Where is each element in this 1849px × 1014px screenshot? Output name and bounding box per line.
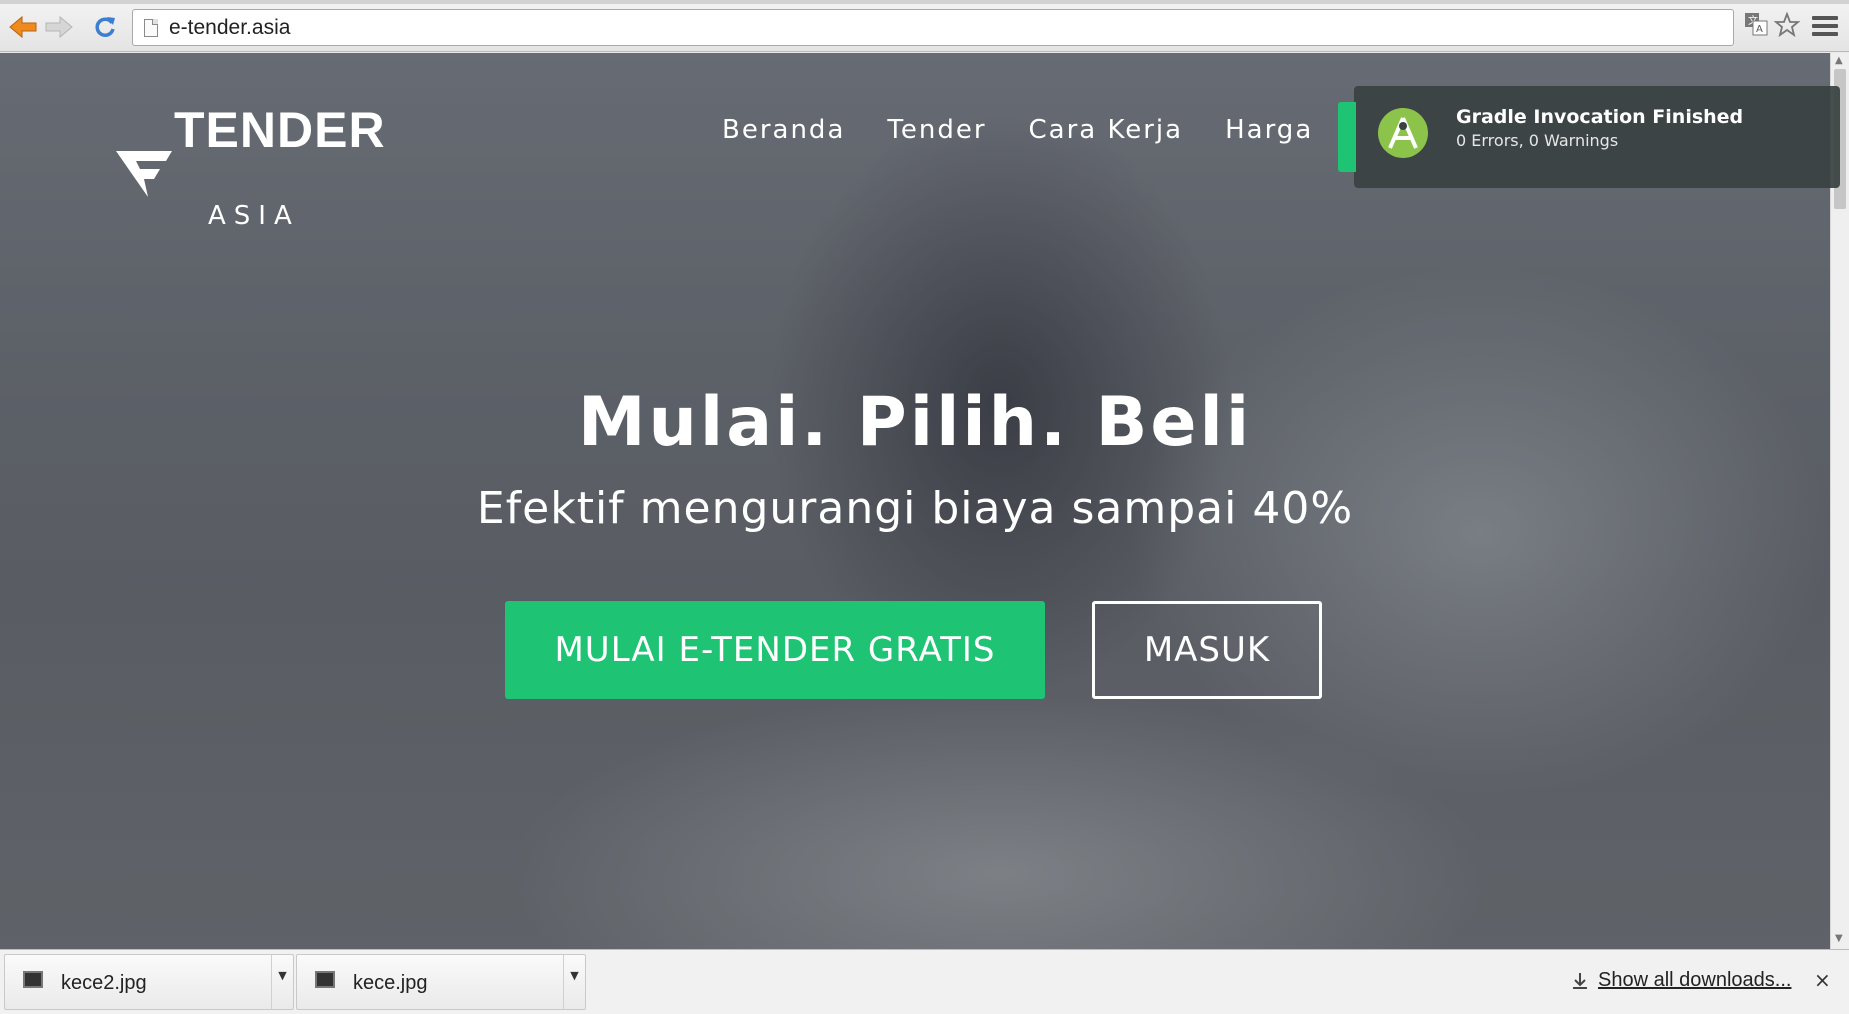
download-filename: kece2.jpg bbox=[61, 972, 147, 994]
reload-button[interactable] bbox=[90, 14, 120, 40]
download-arrow-icon bbox=[1573, 972, 1587, 989]
forward-button[interactable] bbox=[44, 14, 74, 40]
hero-title: Mulai. Pilih. Beli bbox=[577, 383, 1253, 462]
download-item[interactable]: kece2.jpg ▼ bbox=[4, 954, 294, 1010]
notification-accent-bar bbox=[1338, 102, 1356, 172]
show-all-downloads-link[interactable]: Show all downloads... bbox=[1570, 969, 1791, 992]
notification-title: Gradle Invocation Finished bbox=[1456, 106, 1744, 128]
scroll-down-icon[interactable]: ▼ bbox=[1835, 933, 1843, 944]
image-file-icon bbox=[23, 971, 43, 988]
svg-text:A: A bbox=[1756, 24, 1763, 35]
download-filename: kece.jpg bbox=[353, 972, 428, 994]
download-item[interactable]: kece.jpg ▼ bbox=[296, 954, 586, 1010]
android-studio-icon bbox=[1378, 108, 1428, 158]
close-icon[interactable]: × bbox=[1814, 968, 1831, 992]
gradle-notification[interactable]: Gradle Invocation Finished 0 Errors, 0 W… bbox=[1338, 86, 1840, 188]
nav-cara-kerja[interactable]: Cara Kerja bbox=[1029, 115, 1184, 145]
forward-arrow-icon bbox=[45, 15, 73, 39]
image-file-icon bbox=[315, 971, 335, 988]
logo-word: TENDER bbox=[174, 102, 386, 158]
logo-mark-icon bbox=[116, 151, 172, 197]
browser-toolbar: e-tender.asia 文A bbox=[0, 0, 1849, 52]
nav-beranda[interactable]: Beranda bbox=[722, 115, 845, 145]
back-button[interactable] bbox=[8, 14, 38, 40]
login-button[interactable]: MASUK bbox=[1092, 601, 1322, 699]
bookmark-star-icon[interactable] bbox=[1773, 11, 1801, 42]
start-tender-button[interactable]: MULAI E-TENDER GRATIS bbox=[505, 601, 1045, 699]
page-icon bbox=[144, 19, 158, 37]
address-bar[interactable]: e-tender.asia bbox=[132, 9, 1734, 46]
site-nav: Beranda Tender Cara Kerja Harga bbox=[722, 115, 1313, 145]
download-shelf: kece2.jpg ▼ kece.jpg ▼ Show all download… bbox=[0, 949, 1849, 1014]
nav-harga[interactable]: Harga bbox=[1225, 115, 1313, 145]
address-url[interactable]: e-tender.asia bbox=[169, 16, 290, 40]
show-all-downloads-label[interactable]: Show all downloads... bbox=[1598, 969, 1791, 992]
download-menu-caret[interactable]: ▼ bbox=[271, 955, 293, 1009]
logo-sub: ASIA bbox=[208, 201, 300, 231]
back-arrow-icon bbox=[9, 15, 37, 39]
download-menu-caret[interactable]: ▼ bbox=[563, 955, 585, 1009]
reload-icon bbox=[95, 17, 115, 37]
nav-tender[interactable]: Tender bbox=[887, 115, 986, 145]
menu-icon[interactable] bbox=[1812, 16, 1838, 38]
scroll-up-icon[interactable]: ▲ bbox=[1835, 55, 1843, 66]
toolbar-top-strip bbox=[0, 0, 1849, 4]
translate-icon[interactable]: 文A bbox=[1744, 12, 1768, 40]
notification-message: 0 Errors, 0 Warnings bbox=[1456, 131, 1619, 150]
hero-subtitle: Efektif mengurangi biaya sampai 40% bbox=[476, 483, 1354, 534]
